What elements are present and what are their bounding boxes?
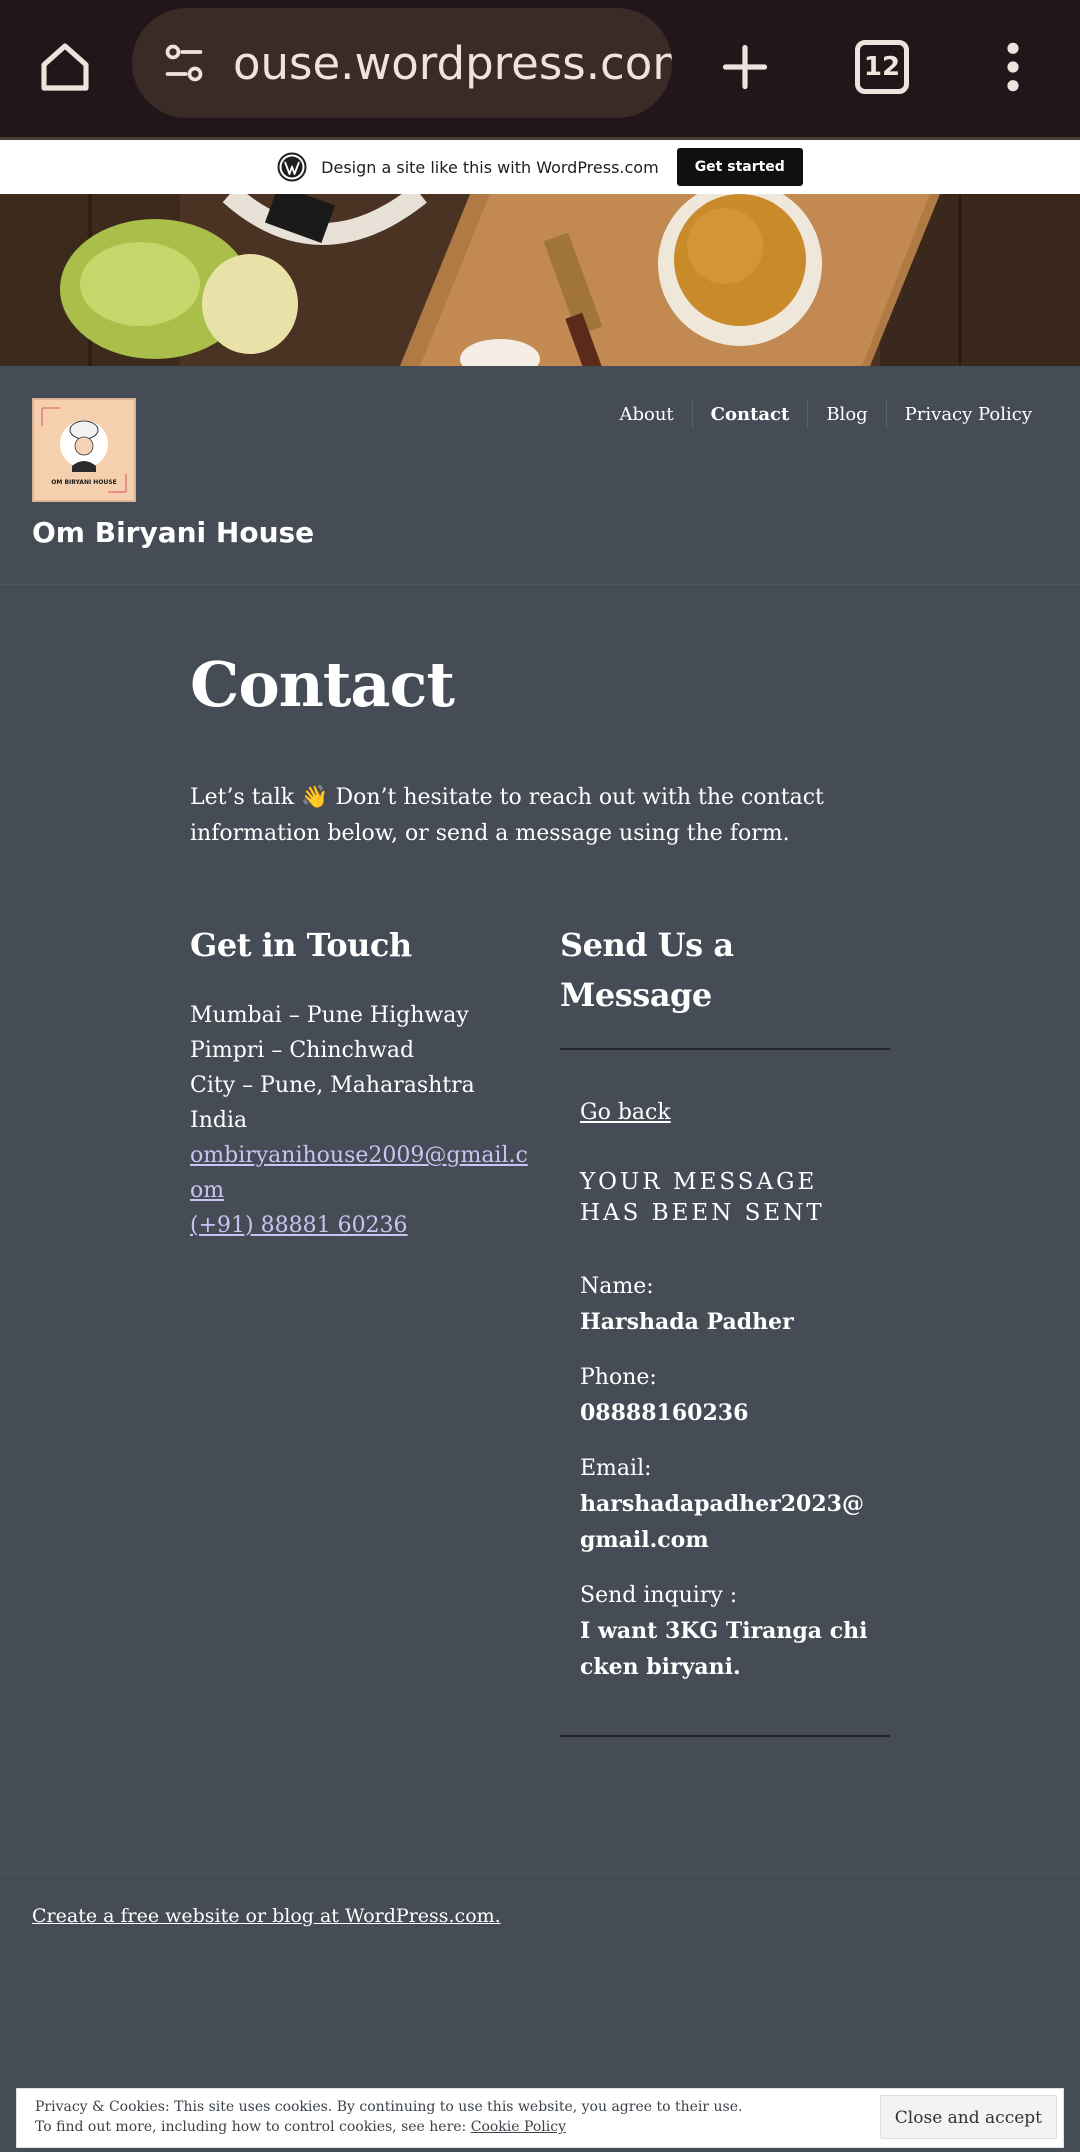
field-value-phone: 08888160236 xyxy=(580,1400,749,1426)
home-button[interactable] xyxy=(20,22,110,112)
header-divider xyxy=(0,584,1080,585)
cookie-text-line1: Privacy & Cookies: This site uses cookie… xyxy=(35,2099,743,2115)
send-message-heading: Send Us a Message xyxy=(560,926,734,1014)
wordpress-banner-text: Design a site like this with WordPress.c… xyxy=(321,157,659,177)
wordpress-logo-icon xyxy=(277,152,307,182)
cookie-policy-link[interactable]: Cookie Policy xyxy=(471,2119,566,2135)
address-bar[interactable]: ouse.wordpress.com xyxy=(132,8,672,118)
get-in-touch-section: Get in Touch Mumbai – Pune Highway Pimpr… xyxy=(190,920,530,1243)
field-label-phone: Phone: xyxy=(580,1365,657,1390)
get-in-touch-heading: Get in Touch xyxy=(190,926,412,964)
browser-toolbar: ouse.wordpress.com 12 xyxy=(0,0,1080,140)
header-photo xyxy=(0,194,1080,366)
nav-item-contact[interactable]: Contact xyxy=(691,400,808,429)
tune-icon xyxy=(165,44,203,82)
field-label-name: Name: xyxy=(580,1274,654,1299)
url-text[interactable]: ouse.wordpress.com xyxy=(224,37,672,90)
header-image xyxy=(0,194,1080,366)
home-icon xyxy=(41,43,89,91)
field-value-name: Harshada Padher xyxy=(580,1309,794,1335)
wordpress-banner: Design a site like this with WordPress.c… xyxy=(0,140,1080,194)
field-value-email: harshadapadher2023@gmail.com xyxy=(580,1491,864,1553)
tab-count: 12 xyxy=(855,40,909,94)
footer-divider xyxy=(0,1873,1080,1874)
cookie-text-prefix: To find out more, including how to contr… xyxy=(35,2119,471,2135)
page-title: Contact xyxy=(190,648,455,721)
intro-text: Let’s talk 👋 Don’t hesitate to reach out… xyxy=(190,785,824,846)
field-label-email: Email: xyxy=(580,1456,652,1481)
site-logo[interactable]: OM BIRYANI HOUSE xyxy=(32,398,136,502)
send-message-section: Send Us a Message Go back YOUR MESSAGE H… xyxy=(560,920,890,1737)
contact-email-link[interactable]: ombiryanihouse2009@gmail.com xyxy=(190,1138,530,1208)
field-label-inquiry: Send inquiry : xyxy=(580,1583,738,1608)
address-line: India xyxy=(190,1108,248,1133)
plus-icon xyxy=(722,44,768,90)
get-started-button[interactable]: Get started xyxy=(676,148,803,186)
address-line: Mumbai – Pune Highway xyxy=(190,1003,469,1028)
site-settings-button[interactable] xyxy=(154,33,214,93)
message-confirmation: Go back YOUR MESSAGE HAS BEEN SENT Name:… xyxy=(560,1048,890,1737)
main-navigation: About Contact Blog Privacy Policy xyxy=(601,400,1050,429)
contact-phone-link[interactable]: (+91) 88881 60236 xyxy=(190,1208,530,1243)
wordpress-footer-link[interactable]: Create a free website or blog at WordPre… xyxy=(32,1905,501,1927)
cookie-text-line2: To find out more, including how to contr… xyxy=(35,2117,875,2137)
field-value-inquiry: I want 3KG Tiranga chicken biryani. xyxy=(580,1618,868,1680)
cookie-text: Privacy & Cookies: This site uses cookie… xyxy=(35,2097,875,2137)
address-line: City – Pune, Maharashtra xyxy=(190,1073,475,1098)
logo-text: OM BIRYANI HOUSE xyxy=(51,479,116,486)
chef-logo-icon: OM BIRYANI HOUSE xyxy=(38,404,130,496)
site-title[interactable]: Om Biryani House xyxy=(32,516,314,549)
go-back-link[interactable]: Go back xyxy=(580,1100,671,1125)
new-tab-button[interactable] xyxy=(700,22,790,112)
nav-item-privacy-policy[interactable]: Privacy Policy xyxy=(885,400,1050,429)
address-line: Pimpri – Chinchwad xyxy=(190,1038,415,1063)
tab-switcher-button[interactable]: 12 xyxy=(837,22,927,112)
more-vert-icon xyxy=(1007,42,1019,92)
nav-item-blog[interactable]: Blog xyxy=(807,400,885,429)
nav-item-about[interactable]: About xyxy=(601,400,691,429)
cookie-banner: Privacy & Cookies: This site uses cookie… xyxy=(16,2088,1064,2148)
message-sent-title: YOUR MESSAGE HAS BEEN SENT xyxy=(580,1169,825,1226)
browser-menu-button[interactable] xyxy=(968,22,1058,112)
close-and-accept-button[interactable]: Close and accept xyxy=(879,2095,1057,2139)
